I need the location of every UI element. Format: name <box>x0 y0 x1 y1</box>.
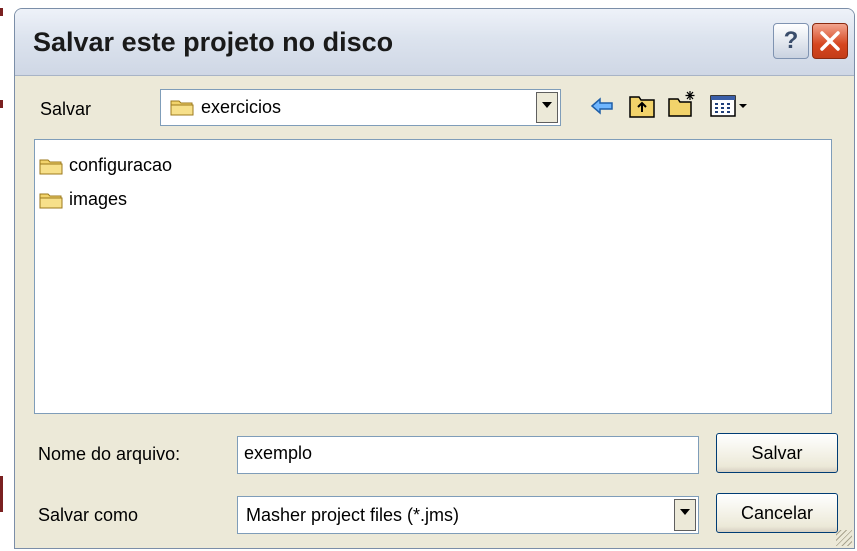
folder-icon <box>39 193 63 209</box>
save-dialog: Salvar este projeto no disco ? Salvar ex… <box>14 8 855 549</box>
save-as-type-label: Salvar como <box>38 505 139 525</box>
close-icon <box>820 31 840 51</box>
folder-icon <box>170 100 194 116</box>
save-in-folder-name: exercicios <box>201 97 282 117</box>
filename-field[interactable]: exemplo <box>237 436 699 474</box>
save-button[interactable]: Salvar <box>716 433 838 473</box>
help-button[interactable]: ? <box>773 23 809 59</box>
desktop-artifact <box>0 476 3 512</box>
cancel-button[interactable]: Cancelar <box>716 493 838 533</box>
resize-grip[interactable] <box>836 530 852 546</box>
file-name: configuracao <box>69 155 173 175</box>
create-new-folder-icon[interactable] <box>667 89 697 119</box>
back-arrow-icon[interactable] <box>587 91 617 121</box>
save-as-type-select[interactable]: Masher project files (*.jms) <box>237 496 699 534</box>
desktop-artifact <box>0 100 3 108</box>
save-as-type-value: Masher project files (*.jms) <box>246 505 460 525</box>
desktop-artifact <box>0 8 3 16</box>
view-menu-icon[interactable] <box>709 91 749 121</box>
file-name: images <box>69 189 128 209</box>
title-bar[interactable]: Salvar este projeto no disco ? <box>15 9 854 76</box>
close-button[interactable] <box>812 23 848 59</box>
chevron-down-icon[interactable] <box>536 92 558 123</box>
dialog-title: Salvar este projeto no disco <box>33 27 394 57</box>
filename-label: Nome do arquivo: <box>38 444 181 464</box>
save-in-select[interactable]: exercicios <box>160 89 561 126</box>
chevron-down-icon[interactable] <box>674 499 696 531</box>
up-one-level-icon[interactable] <box>627 91 657 121</box>
folder-icon <box>39 159 63 175</box>
desktop-background <box>0 0 14 551</box>
save-in-label: Salvar <box>40 99 92 119</box>
file-list[interactable]: configuracao images <box>34 139 832 414</box>
